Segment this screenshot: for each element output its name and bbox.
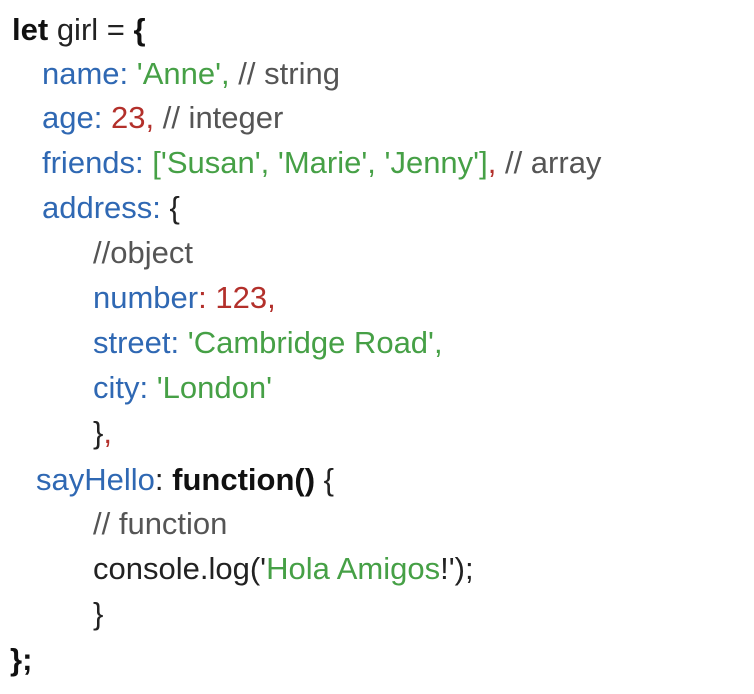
comment-integer: // integer (162, 100, 284, 135)
code-line-9: city: 'London' (93, 370, 272, 406)
string-hola-amigos: Hola Amigos (266, 551, 441, 586)
close-brace: } (93, 415, 104, 450)
code-line-8: street: 'Cambridge Road', (93, 325, 443, 361)
key-sayhello: sayHello (36, 462, 155, 497)
comment-string: // string (238, 56, 340, 91)
console-log-call: console.log( (93, 551, 261, 586)
code-line-7: number: 123, (93, 280, 276, 316)
value-street: 'Cambridge Road' (187, 325, 434, 360)
comma: , (433, 325, 443, 360)
value-city: 'London' (156, 370, 273, 405)
comma: , (145, 100, 155, 135)
key-friends: friends (42, 145, 136, 180)
close-brace-semicolon: }; (10, 642, 33, 677)
code-line-6: //object (93, 235, 193, 271)
code-line-12: // function (93, 506, 227, 542)
friend-3: 'Jenny' (384, 145, 480, 180)
colon: : (170, 325, 180, 360)
colon: : (93, 100, 103, 135)
key-city: city (93, 370, 140, 405)
comma: , (260, 145, 270, 180)
friend-2: 'Marie' (277, 145, 368, 180)
code-line-10: }, (93, 415, 112, 451)
code-line-11: sayHello: function() { (36, 462, 334, 498)
value-age: 23 (110, 100, 146, 135)
close-brace: } (93, 596, 104, 631)
comma: , (103, 415, 112, 450)
open-brace: { (169, 190, 180, 225)
equals-sign: = (106, 12, 125, 47)
comma: , (367, 145, 376, 180)
value-number: 123 (215, 280, 268, 315)
colon: : (152, 190, 161, 225)
code-line-2: name: 'Anne', // string (42, 56, 340, 92)
code-line-5: address: { (42, 190, 180, 226)
comment-object: //object (93, 235, 193, 270)
keyword-let: let (12, 12, 49, 47)
code-line-15: }; (10, 642, 32, 678)
open-brace: { (133, 12, 146, 47)
key-age: age (42, 100, 94, 135)
comment-array: // array (504, 145, 602, 180)
key-street: street (93, 325, 171, 360)
call-close: ); (454, 551, 474, 586)
colon: : (135, 145, 144, 180)
key-name: name (42, 56, 120, 91)
comma: , (267, 280, 276, 315)
code-line-13: console.log('Hola Amigos!'); (93, 551, 474, 587)
open-bracket: [ (152, 145, 161, 180)
colon: : (198, 280, 207, 315)
comment-function: // function (93, 506, 228, 541)
code-snippet: let girl = { name: 'Anne', // string age… (0, 0, 754, 694)
identifier-girl: girl (56, 12, 99, 47)
code-line-14: } (93, 596, 103, 632)
colon: : (119, 56, 129, 91)
key-address: address (42, 190, 153, 225)
colon: : (139, 370, 149, 405)
exclamation: ! (440, 551, 449, 586)
comma: , (487, 145, 497, 180)
code-line-1: let girl = { (12, 12, 146, 48)
comma: , (221, 56, 230, 91)
key-number: number (93, 280, 199, 315)
value-name: 'Anne' (136, 56, 222, 91)
keyword-function: function() (172, 462, 316, 497)
code-line-4: friends: ['Susan', 'Marie', 'Jenny'], //… (42, 145, 601, 181)
open-brace: { (323, 462, 335, 497)
close-bracket: ] (479, 145, 488, 180)
friend-1: 'Susan' (160, 145, 261, 180)
colon: : (154, 462, 164, 497)
code-line-3: age: 23, // integer (42, 100, 283, 136)
